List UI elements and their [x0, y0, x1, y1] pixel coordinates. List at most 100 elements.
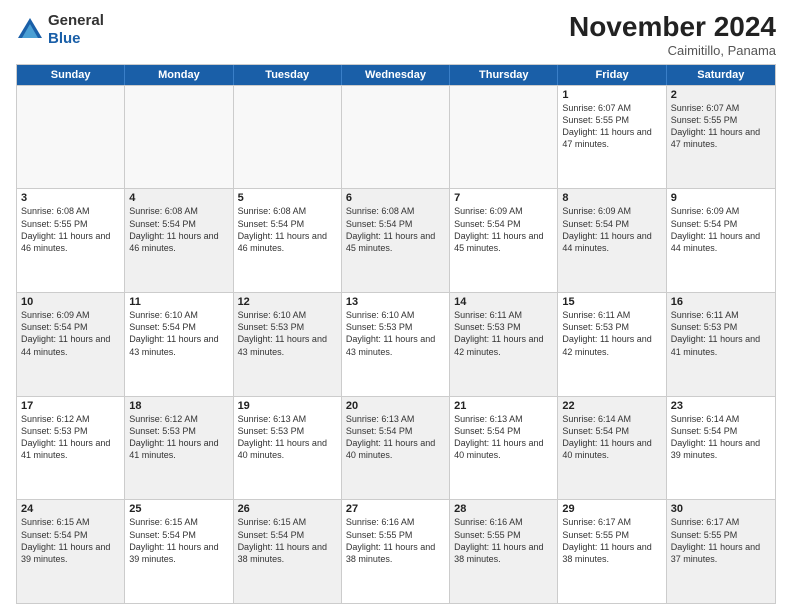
cal-cell: 4Sunrise: 6:08 AM Sunset: 5:54 PM Daylig… [125, 189, 233, 292]
day-number: 30 [671, 503, 771, 515]
header-day-sunday: Sunday [17, 65, 125, 85]
day-number: 16 [671, 296, 771, 308]
header-day-saturday: Saturday [667, 65, 775, 85]
cal-cell: 13Sunrise: 6:10 AM Sunset: 5:53 PM Dayli… [342, 293, 450, 396]
cal-cell: 7Sunrise: 6:09 AM Sunset: 5:54 PM Daylig… [450, 189, 558, 292]
day-info: Sunrise: 6:11 AM Sunset: 5:53 PM Dayligh… [671, 309, 771, 358]
week-row-3: 10Sunrise: 6:09 AM Sunset: 5:54 PM Dayli… [17, 292, 775, 396]
day-number: 7 [454, 192, 553, 204]
calendar: SundayMondayTuesdayWednesdayThursdayFrid… [16, 64, 776, 604]
day-info: Sunrise: 6:11 AM Sunset: 5:53 PM Dayligh… [454, 309, 553, 358]
title-block: November 2024 Caimitillo, Panama [569, 12, 776, 58]
location-subtitle: Caimitillo, Panama [569, 43, 776, 58]
cal-cell [234, 86, 342, 189]
cal-cell: 9Sunrise: 6:09 AM Sunset: 5:54 PM Daylig… [667, 189, 775, 292]
day-info: Sunrise: 6:10 AM Sunset: 5:54 PM Dayligh… [129, 309, 228, 358]
cal-cell: 22Sunrise: 6:14 AM Sunset: 5:54 PM Dayli… [558, 397, 666, 500]
cal-cell: 29Sunrise: 6:17 AM Sunset: 5:55 PM Dayli… [558, 500, 666, 603]
cal-cell: 24Sunrise: 6:15 AM Sunset: 5:54 PM Dayli… [17, 500, 125, 603]
cal-cell: 23Sunrise: 6:14 AM Sunset: 5:54 PM Dayli… [667, 397, 775, 500]
header-day-tuesday: Tuesday [234, 65, 342, 85]
header-day-friday: Friday [558, 65, 666, 85]
cal-cell: 19Sunrise: 6:13 AM Sunset: 5:53 PM Dayli… [234, 397, 342, 500]
cal-cell: 16Sunrise: 6:11 AM Sunset: 5:53 PM Dayli… [667, 293, 775, 396]
day-info: Sunrise: 6:14 AM Sunset: 5:54 PM Dayligh… [562, 413, 661, 462]
cal-cell [125, 86, 233, 189]
day-number: 22 [562, 400, 661, 412]
cal-cell: 15Sunrise: 6:11 AM Sunset: 5:53 PM Dayli… [558, 293, 666, 396]
day-info: Sunrise: 6:15 AM Sunset: 5:54 PM Dayligh… [238, 516, 337, 565]
day-number: 15 [562, 296, 661, 308]
day-info: Sunrise: 6:17 AM Sunset: 5:55 PM Dayligh… [671, 516, 771, 565]
day-info: Sunrise: 6:09 AM Sunset: 5:54 PM Dayligh… [454, 205, 553, 254]
cal-cell: 3Sunrise: 6:08 AM Sunset: 5:55 PM Daylig… [17, 189, 125, 292]
day-info: Sunrise: 6:17 AM Sunset: 5:55 PM Dayligh… [562, 516, 661, 565]
day-number: 11 [129, 296, 228, 308]
day-info: Sunrise: 6:16 AM Sunset: 5:55 PM Dayligh… [346, 516, 445, 565]
day-info: Sunrise: 6:16 AM Sunset: 5:55 PM Dayligh… [454, 516, 553, 565]
day-number: 13 [346, 296, 445, 308]
day-number: 21 [454, 400, 553, 412]
week-row-1: 1Sunrise: 6:07 AM Sunset: 5:55 PM Daylig… [17, 85, 775, 189]
header-day-monday: Monday [125, 65, 233, 85]
day-number: 28 [454, 503, 553, 515]
day-info: Sunrise: 6:12 AM Sunset: 5:53 PM Dayligh… [129, 413, 228, 462]
cal-cell [342, 86, 450, 189]
day-number: 12 [238, 296, 337, 308]
day-info: Sunrise: 6:12 AM Sunset: 5:53 PM Dayligh… [21, 413, 120, 462]
day-info: Sunrise: 6:14 AM Sunset: 5:54 PM Dayligh… [671, 413, 771, 462]
day-info: Sunrise: 6:10 AM Sunset: 5:53 PM Dayligh… [346, 309, 445, 358]
day-info: Sunrise: 6:07 AM Sunset: 5:55 PM Dayligh… [671, 102, 771, 151]
day-number: 8 [562, 192, 661, 204]
cal-cell: 14Sunrise: 6:11 AM Sunset: 5:53 PM Dayli… [450, 293, 558, 396]
cal-cell: 30Sunrise: 6:17 AM Sunset: 5:55 PM Dayli… [667, 500, 775, 603]
day-number: 18 [129, 400, 228, 412]
day-info: Sunrise: 6:11 AM Sunset: 5:53 PM Dayligh… [562, 309, 661, 358]
calendar-body: 1Sunrise: 6:07 AM Sunset: 5:55 PM Daylig… [17, 85, 775, 603]
day-number: 9 [671, 192, 771, 204]
cal-cell: 20Sunrise: 6:13 AM Sunset: 5:54 PM Dayli… [342, 397, 450, 500]
cal-cell [17, 86, 125, 189]
day-info: Sunrise: 6:07 AM Sunset: 5:55 PM Dayligh… [562, 102, 661, 151]
week-row-5: 24Sunrise: 6:15 AM Sunset: 5:54 PM Dayli… [17, 499, 775, 603]
logo-icon [16, 16, 44, 44]
day-number: 4 [129, 192, 228, 204]
cal-cell: 2Sunrise: 6:07 AM Sunset: 5:55 PM Daylig… [667, 86, 775, 189]
logo: General Blue [16, 12, 104, 48]
day-number: 29 [562, 503, 661, 515]
cal-cell: 26Sunrise: 6:15 AM Sunset: 5:54 PM Dayli… [234, 500, 342, 603]
day-number: 2 [671, 89, 771, 101]
calendar-header-row: SundayMondayTuesdayWednesdayThursdayFrid… [17, 65, 775, 85]
page: General Blue November 2024 Caimitillo, P… [0, 0, 792, 612]
day-info: Sunrise: 6:13 AM Sunset: 5:53 PM Dayligh… [238, 413, 337, 462]
cal-cell: 8Sunrise: 6:09 AM Sunset: 5:54 PM Daylig… [558, 189, 666, 292]
cal-cell: 11Sunrise: 6:10 AM Sunset: 5:54 PM Dayli… [125, 293, 233, 396]
day-number: 25 [129, 503, 228, 515]
month-title: November 2024 [569, 12, 776, 43]
cal-cell: 10Sunrise: 6:09 AM Sunset: 5:54 PM Dayli… [17, 293, 125, 396]
day-info: Sunrise: 6:09 AM Sunset: 5:54 PM Dayligh… [21, 309, 120, 358]
day-number: 26 [238, 503, 337, 515]
logo-text: General Blue [48, 12, 104, 48]
day-info: Sunrise: 6:08 AM Sunset: 5:54 PM Dayligh… [238, 205, 337, 254]
day-info: Sunrise: 6:08 AM Sunset: 5:55 PM Dayligh… [21, 205, 120, 254]
cal-cell: 27Sunrise: 6:16 AM Sunset: 5:55 PM Dayli… [342, 500, 450, 603]
logo-blue: Blue [48, 30, 81, 47]
day-info: Sunrise: 6:15 AM Sunset: 5:54 PM Dayligh… [21, 516, 120, 565]
header-day-wednesday: Wednesday [342, 65, 450, 85]
day-number: 3 [21, 192, 120, 204]
day-number: 6 [346, 192, 445, 204]
day-number: 14 [454, 296, 553, 308]
cal-cell: 28Sunrise: 6:16 AM Sunset: 5:55 PM Dayli… [450, 500, 558, 603]
week-row-2: 3Sunrise: 6:08 AM Sunset: 5:55 PM Daylig… [17, 188, 775, 292]
cal-cell: 12Sunrise: 6:10 AM Sunset: 5:53 PM Dayli… [234, 293, 342, 396]
day-number: 23 [671, 400, 771, 412]
day-info: Sunrise: 6:09 AM Sunset: 5:54 PM Dayligh… [562, 205, 661, 254]
day-number: 27 [346, 503, 445, 515]
cal-cell: 21Sunrise: 6:13 AM Sunset: 5:54 PM Dayli… [450, 397, 558, 500]
day-number: 20 [346, 400, 445, 412]
day-info: Sunrise: 6:15 AM Sunset: 5:54 PM Dayligh… [129, 516, 228, 565]
cal-cell: 5Sunrise: 6:08 AM Sunset: 5:54 PM Daylig… [234, 189, 342, 292]
day-info: Sunrise: 6:08 AM Sunset: 5:54 PM Dayligh… [129, 205, 228, 254]
day-number: 19 [238, 400, 337, 412]
